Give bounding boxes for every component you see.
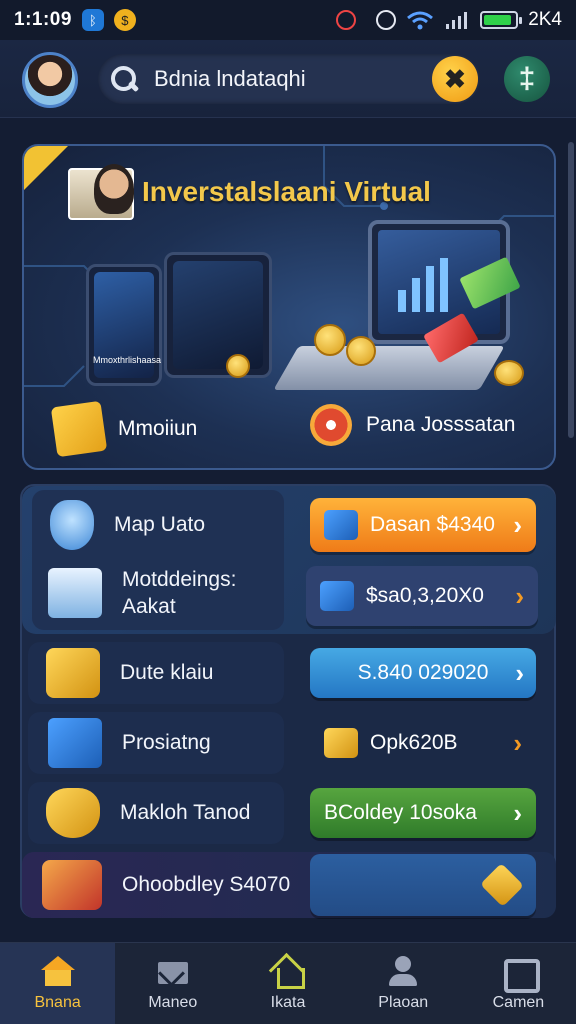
house-icon — [271, 956, 305, 989]
list-item-processing[interactable]: Prosiatng — [48, 718, 211, 768]
medal-icon — [310, 404, 352, 446]
gold-bars-icon — [46, 648, 100, 698]
battery-icon — [480, 11, 523, 29]
wifi-icon — [407, 11, 434, 30]
row-action-button[interactable]: S.840 029020 › — [310, 648, 536, 698]
banner-item-label: Pana Josssatan — [366, 413, 516, 436]
tab-home[interactable]: Bnana — [0, 943, 116, 1024]
row-action-button[interactable]: $sa0,3,20X0 › — [306, 566, 538, 626]
chat-button[interactable]: ✖ — [432, 56, 478, 102]
cube-icon — [324, 510, 358, 540]
row-action-label: BColdey 10soka — [324, 801, 477, 824]
signal-icon — [446, 12, 468, 29]
bluetooth-icon: ᛒ — [81, 9, 104, 31]
search-icon[interactable] — [106, 62, 140, 96]
arrow-right-icon: › — [515, 657, 524, 688]
row-action-button[interactable]: Opk620B › — [310, 716, 536, 770]
status-right-text: 2K4 — [528, 9, 562, 30]
check-box-icon — [320, 581, 354, 611]
phone-label: Mmoxthrlishaasa — [93, 355, 162, 365]
record-icon — [336, 10, 357, 30]
coin-cube-icon — [48, 718, 102, 768]
list-item-label: Motddeings: Aakat — [122, 568, 237, 619]
shield-icon — [50, 500, 94, 550]
finance-panel: Map Uato Dasan $4340 › Motddeings: Aakat… — [20, 484, 556, 918]
banner-avatar — [94, 164, 134, 214]
store-icon — [48, 568, 102, 619]
treasure-chest-icon — [42, 860, 102, 910]
search-bar[interactable]: Bdnia lndataqhi — [98, 54, 480, 104]
list-item-label: Ohoobdley S4070 — [122, 873, 291, 896]
app-header: Bdnia lndataqhi ✖ ‡ — [0, 40, 576, 118]
coin-illustration — [314, 324, 346, 356]
tab-label: Plaoan — [378, 993, 429, 1011]
tab-label: Ikata — [270, 993, 306, 1011]
coin-icon: $ — [113, 9, 136, 31]
list-item-makloh[interactable]: Makloh Tanod — [46, 788, 250, 838]
tablet-illustration — [164, 252, 272, 378]
row-action-button[interactable]: Dasan $4340 › — [310, 498, 536, 552]
battery-level-fill — [484, 15, 512, 25]
banner-item-label: Mmoiiun — [118, 417, 198, 440]
gold-gem-icon — [480, 863, 524, 907]
search-input[interactable]: Bdnia lndataqhi — [154, 66, 306, 92]
row-action-button[interactable] — [310, 854, 536, 916]
user-icon — [386, 955, 420, 988]
scrollbar[interactable] — [568, 142, 574, 438]
list-item-due[interactable]: Dute klaiu — [46, 648, 213, 698]
bottom-tab-bar: Bnana Maneo Ikata Plaoan Camen — [0, 942, 576, 1024]
tab-user[interactable]: Plaoan — [346, 943, 461, 1024]
tab-screen[interactable]: Camen — [461, 943, 576, 1024]
coin-illustration — [346, 336, 376, 366]
row-action-label: $sa0,3,20X0 — [366, 584, 484, 607]
banner-title: Inverstalslaani Virtual — [142, 176, 431, 207]
tab-label: Bnana — [34, 993, 81, 1011]
banner-item-medal[interactable]: Pana Josssatan — [310, 404, 515, 446]
phone-illustration: Mmoxthrlishaasa — [86, 264, 162, 386]
coin-illustration — [494, 360, 524, 386]
banner-item-gold[interactable]: Mmoiiun — [50, 400, 198, 458]
list-item-label: Map Uato — [114, 513, 206, 536]
gold-shield-icon — [46, 788, 100, 838]
list-item-chest[interactable]: Ohoobdley S4070 — [42, 860, 290, 910]
avatar[interactable] — [22, 52, 78, 108]
add-button[interactable]: ‡ — [504, 56, 550, 102]
row-action-label: Dasan $4340 — [370, 513, 495, 536]
screen-icon — [501, 956, 541, 993]
row-action-button[interactable]: BColdey 10soka › — [310, 788, 536, 838]
alarm-icon — [376, 10, 397, 30]
arrow-right-icon: › — [515, 580, 524, 611]
row-action-label: S.840 029020 — [357, 661, 489, 684]
list-item-label: Prosiatng — [122, 731, 211, 754]
laptop-base-illustration — [273, 346, 505, 390]
list-item-settings[interactable]: Motddeings: Aakat — [48, 566, 278, 621]
promo-banner[interactable]: Inverstalslaani Virtual Mmoxthrlishaasa … — [22, 144, 556, 470]
tab-label: Maneo — [148, 993, 198, 1011]
coin-illustration — [226, 354, 250, 378]
gold-box-icon — [50, 400, 108, 458]
list-item-label: Dute klaiu — [120, 661, 214, 684]
arrow-right-icon: › — [513, 509, 522, 540]
folder-icon — [324, 728, 358, 758]
arrow-right-icon: › — [513, 727, 522, 758]
home-icon — [40, 955, 75, 988]
plus-icon: ‡ — [518, 62, 536, 95]
list-item-label: Makloh Tanod — [120, 801, 251, 824]
banner-corner-ribbon — [24, 146, 68, 190]
arrow-right-icon: › — [513, 797, 522, 828]
tab-house[interactable]: Ikata — [230, 943, 345, 1024]
status-time: 1:1:09 — [14, 9, 72, 30]
row-action-label: Opk620B — [370, 731, 458, 754]
list-item-map[interactable]: Map Uato — [50, 500, 205, 550]
tab-mail[interactable]: Maneo — [115, 943, 230, 1024]
close-icon: ✖ — [444, 63, 466, 94]
status-bar: 1:1:09 ᛒ $ 2K4 — [0, 0, 576, 40]
tab-label: Camen — [492, 993, 545, 1011]
mail-icon — [156, 956, 190, 988]
